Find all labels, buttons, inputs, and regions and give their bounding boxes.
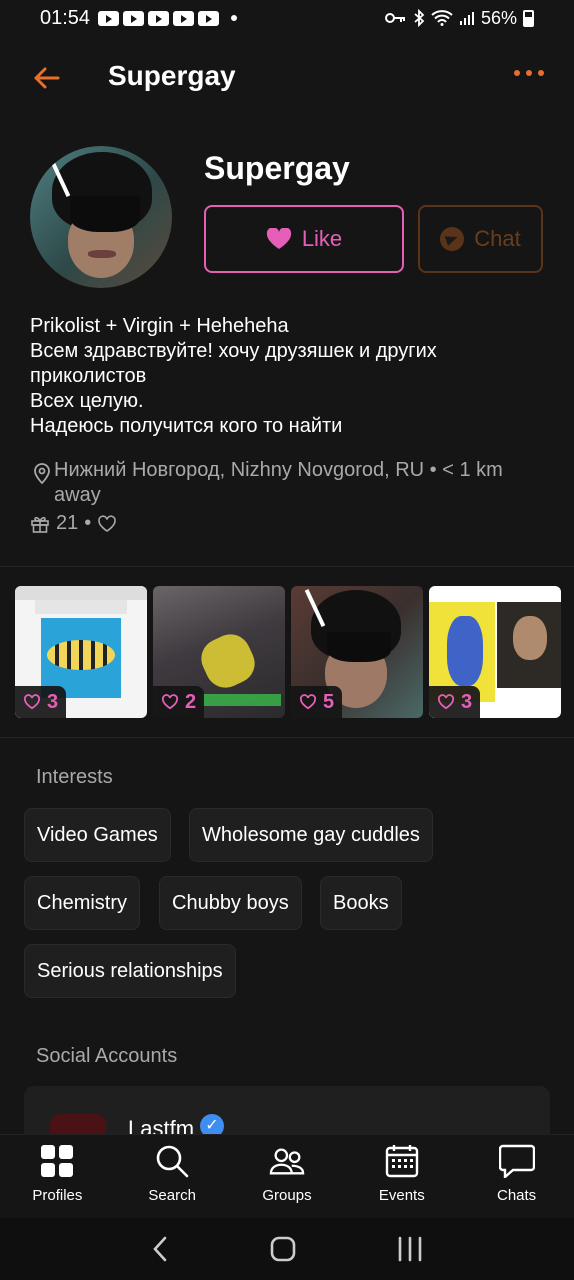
nav-events[interactable]: Events [344, 1135, 459, 1218]
social-accounts-title: Social Accounts [36, 1045, 178, 1067]
status-bar: 01:54 56% [0, 0, 574, 36]
gift-icon [31, 516, 49, 533]
wifi-icon [431, 10, 453, 26]
chat-label: Chat [474, 226, 521, 251]
interests-title: Interests [36, 766, 113, 788]
more-dots-icon [514, 70, 520, 76]
like-label: Like [301, 226, 343, 251]
interest-chip[interactable]: Serious relationships [24, 944, 236, 998]
photo-thumbnail[interactable]: 3 [15, 586, 147, 718]
nav-label: Chats [496, 1187, 537, 1204]
profile-bio: Prikolist + Virgin + Heheheha Всем здрав… [30, 314, 550, 439]
bio-line: Prikolist + Virgin + Heheheha [30, 315, 289, 337]
divider [0, 737, 574, 738]
chat-button[interactable]: Chat [418, 205, 543, 273]
youtube-icon [148, 10, 170, 26]
system-back-icon[interactable] [150, 1235, 170, 1263]
photo-thumbnail[interactable]: 3 [429, 586, 561, 718]
profile-stats: 21 • [30, 512, 117, 535]
photo-likes-count: 3 [47, 690, 59, 713]
battery-percent: 56% [480, 7, 517, 28]
calendar-icon [384, 1143, 420, 1179]
heart-outline-icon [161, 694, 179, 710]
photo-strip: 3 2 5 3 [15, 586, 561, 718]
status-right: 56% [384, 7, 534, 29]
photo-thumbnail[interactable]: 2 [153, 586, 285, 718]
signal-icon [459, 12, 474, 25]
chat-bubble-icon [498, 1143, 535, 1179]
profile-location: Нижний Новгород, Nizhny Novgorod, RU • <… [30, 458, 550, 508]
profile-name: Supergay [204, 150, 350, 186]
heart-outline-icon [437, 694, 455, 710]
nav-profiles[interactable]: Profiles [0, 1135, 115, 1218]
interest-chip[interactable]: Video Games [24, 808, 171, 862]
status-time: 01:54 [40, 6, 91, 29]
more-notifications-dot-icon [231, 15, 238, 21]
search-icon [154, 1143, 190, 1179]
interest-chip[interactable]: Wholesome gay cuddles [189, 808, 433, 862]
youtube-icon [198, 10, 220, 26]
bio-line: Всем здравствуйте! хочу друзяшек и други… [30, 340, 437, 362]
grid-icon [39, 1143, 75, 1179]
location-text: Нижний Новгород, Nizhny Novgorod, RU • <… [54, 459, 503, 506]
location-pin-icon [34, 463, 50, 484]
battery-icon [523, 9, 534, 27]
heart-outline-icon [98, 514, 117, 532]
notification-icons [98, 10, 238, 26]
photo-likes-badge: 3 [429, 686, 481, 718]
system-navigation-bar [0, 1218, 574, 1280]
nav-chats[interactable]: Chats [459, 1135, 574, 1218]
divider [0, 566, 574, 567]
system-home-icon[interactable] [269, 1235, 297, 1263]
nav-label: Events [378, 1187, 425, 1204]
arrow-left-icon [34, 67, 60, 89]
heart-outline-icon [299, 694, 317, 710]
photo-likes-count: 5 [323, 690, 335, 713]
nav-groups[interactable]: Groups [230, 1135, 345, 1218]
key-icon [384, 13, 405, 23]
bottom-navigation: Profiles Search Groups Events Chats [0, 1134, 574, 1218]
like-button[interactable]: Like [204, 205, 404, 273]
nav-label: Profiles [32, 1187, 83, 1204]
photo-likes-badge: 3 [15, 686, 67, 718]
back-button[interactable] [26, 58, 66, 98]
interest-chip[interactable]: Books [320, 876, 402, 930]
nav-search[interactable]: Search [115, 1135, 230, 1218]
profile-avatar[interactable] [30, 146, 172, 288]
telegram-icon [440, 227, 465, 251]
bio-line: приколистов [30, 365, 147, 387]
nav-label: Search [148, 1187, 196, 1204]
heart-outline-icon [23, 694, 41, 710]
app-bar: Supergay [0, 40, 574, 116]
photo-likes-badge: 5 [291, 686, 343, 718]
photo-likes-count: 3 [461, 690, 473, 713]
app-bar-title: Supergay [108, 60, 236, 91]
youtube-icon [173, 10, 195, 26]
photo-likes-count: 2 [185, 690, 197, 713]
youtube-icon [123, 10, 145, 26]
heart-icon [266, 228, 291, 249]
system-recents-icon[interactable] [396, 1236, 424, 1262]
interest-chip[interactable]: Chubby boys [159, 876, 302, 930]
bluetooth-icon [414, 9, 425, 27]
bio-line: Всех целую. [30, 390, 144, 412]
nav-label: Groups [262, 1187, 312, 1204]
photo-likes-badge: 2 [153, 686, 205, 718]
youtube-icon [98, 10, 120, 26]
people-icon [269, 1143, 305, 1179]
interest-chip[interactable]: Chemistry [24, 876, 141, 930]
gifts-count: 21 [56, 512, 79, 534]
stats-separator: • [84, 512, 92, 534]
photo-thumbnail[interactable]: 5 [291, 586, 423, 718]
bio-line: Надеюсь получится кого то найти [30, 415, 343, 437]
more-options-button[interactable] [514, 70, 544, 76]
